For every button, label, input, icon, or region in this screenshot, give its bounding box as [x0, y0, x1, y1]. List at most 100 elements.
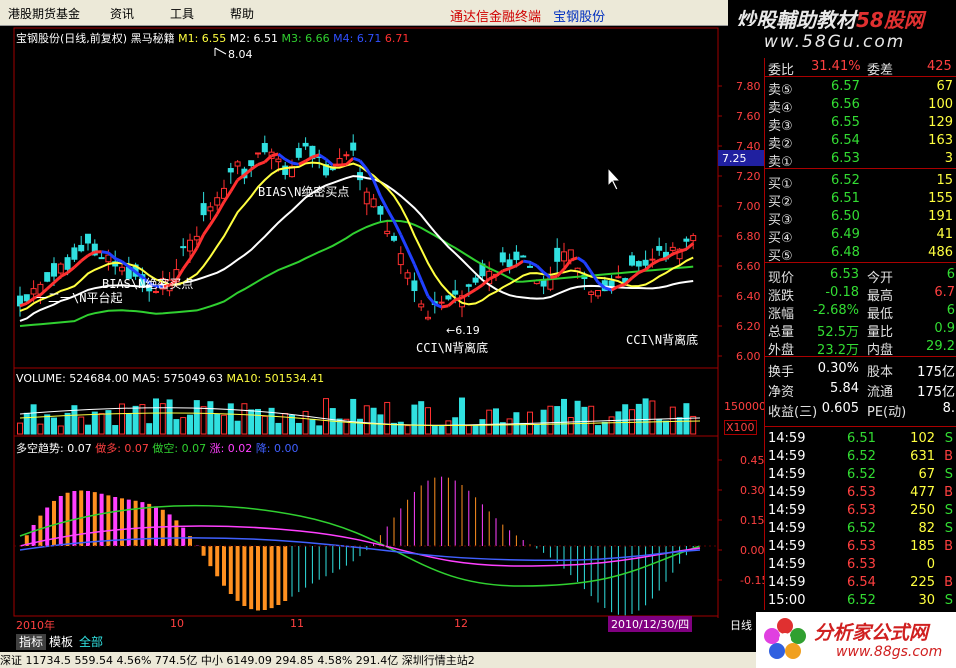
- tick-time: 14:59: [768, 449, 806, 464]
- candle-body: [588, 291, 595, 295]
- tick-price: 6.53: [847, 557, 876, 572]
- tick-time: 14:59: [768, 467, 806, 482]
- volume-bar: [180, 417, 187, 435]
- ma-signal-segment: [502, 267, 511, 273]
- menu-item-hk-futures[interactable]: 港股期货基金: [8, 5, 80, 22]
- candle-body: [193, 235, 200, 241]
- volume-bar: [207, 401, 214, 435]
- tick-side: S: [944, 521, 953, 536]
- ma-signal-segment: [679, 247, 687, 253]
- candle-body: [527, 265, 533, 268]
- logo-url: www.88gs.com: [836, 644, 943, 660]
- tab-all[interactable]: 全部: [76, 634, 106, 650]
- menu-item-news[interactable]: 资讯: [110, 5, 134, 22]
- tick-row: 14:59 6.52 67 S: [765, 466, 956, 484]
- ma-signal-segment: [604, 286, 613, 292]
- volume-bar: [601, 421, 608, 435]
- tab-indicator[interactable]: 指标: [16, 634, 47, 650]
- tab-template[interactable]: 模板: [46, 634, 76, 650]
- ask-volume: 3: [944, 151, 953, 166]
- tick-price: 6.51: [847, 431, 876, 446]
- volume-bar: [214, 413, 221, 435]
- title-banner: 通达信金融终端 宝钢股份: [450, 6, 605, 25]
- trend-legend: 多空趋势: 0.07 做多: 0.07 做空: 0.07 涨: 0.02 降: …: [16, 440, 299, 456]
- ma-signal-segment: [474, 283, 484, 291]
- tick-volume: 225: [910, 575, 935, 590]
- watermark-line2: www.58Gu.com: [748, 32, 906, 52]
- tick-price: 6.53: [847, 539, 876, 554]
- tick-side: B: [944, 539, 953, 554]
- candle-body: [465, 284, 472, 287]
- tick-side: B: [944, 485, 953, 500]
- m4-value: M4: 6.71: [333, 32, 382, 45]
- volume-bar: [540, 409, 547, 435]
- candle-body: [506, 259, 513, 268]
- candle-body: [44, 272, 51, 282]
- volume-bar: [363, 405, 370, 435]
- tick-side: S: [944, 467, 953, 482]
- candle-body: [438, 301, 445, 304]
- tick-row: 14:59 6.53 477 B: [765, 484, 956, 502]
- candle-body: [452, 290, 459, 295]
- ma-signal-segment: [339, 162, 347, 167]
- volume-unit: X100: [724, 420, 757, 435]
- tick-row: 14:59 6.51 102 S: [765, 430, 956, 448]
- tick-price: 6.52: [847, 593, 876, 608]
- volume-bar: [676, 417, 683, 435]
- volume-bar: [85, 424, 91, 435]
- ma-signal-segment: [121, 260, 130, 268]
- kline-chart-canvas[interactable]: 7.807.607.407.207.006.806.606.406.206.00…: [0, 26, 764, 632]
- candle-body: [391, 235, 397, 241]
- tick-row: 14:59 6.53 185 B: [765, 538, 956, 556]
- bid-volume: 486: [928, 245, 953, 260]
- volume-bar: [221, 414, 227, 435]
- candle-body: [153, 290, 159, 293]
- ma-signal-segment: [352, 156, 361, 163]
- fundamental-row: 收益(三) 0.605 PE(动) 8.: [765, 400, 956, 420]
- candle-body: [98, 257, 105, 260]
- tick-volume: 67: [918, 467, 935, 482]
- candle-body: [520, 255, 527, 258]
- volume-bar: [173, 419, 180, 435]
- volume-bar: [690, 415, 697, 435]
- candle-body: [363, 191, 370, 205]
- high-price-label: 8.04: [228, 48, 253, 61]
- volume-bar: [132, 405, 139, 435]
- fundamental-label-2: PE(动): [867, 405, 907, 420]
- candle-body: [425, 316, 431, 320]
- menu-item-help[interactable]: 帮助: [230, 5, 254, 22]
- candle-body: [71, 247, 78, 260]
- tick-row: 14:59 6.54 225 B: [765, 574, 956, 592]
- candle-body: [445, 295, 452, 300]
- volume-bar: [384, 401, 391, 435]
- candle-body: [472, 277, 479, 283]
- candle-body: [57, 263, 64, 274]
- ma-signal-segment: [229, 179, 239, 193]
- ma-signal-segment: [202, 223, 212, 236]
- m5-value: 6.71: [384, 32, 410, 45]
- wei-cha-value: 425: [927, 59, 952, 74]
- volume-bar: [649, 400, 656, 435]
- price-tick-label: 6.60: [736, 260, 761, 273]
- fundamental-label: 收益(三): [768, 405, 818, 420]
- volume-bar: [486, 409, 493, 435]
- volume-bar: [445, 420, 452, 435]
- tick-volume: 102: [910, 431, 935, 446]
- ma-signal-segment: [311, 153, 320, 159]
- volume-bar: [357, 418, 363, 435]
- menu-item-tools[interactable]: 工具: [170, 5, 194, 22]
- period-label[interactable]: 日线: [730, 617, 752, 633]
- watermark-line1: 炒股輔助教材58股网: [736, 8, 924, 32]
- volume-bar: [350, 398, 357, 435]
- volume-bar: [91, 411, 98, 435]
- tick-price: 6.52: [847, 521, 876, 536]
- m3-value: M3: 6.66: [281, 32, 330, 45]
- bid-price: 6.50: [831, 209, 860, 224]
- volume-bar: [125, 413, 132, 435]
- ma-signal-segment: [651, 258, 660, 266]
- volume-bars-group: [17, 397, 701, 435]
- bid-row: 买② 6.51 155: [765, 190, 956, 210]
- candle-body: [187, 239, 193, 252]
- chart-area[interactable]: 7.80 7.60 7.40 7.20 7.00 6.80 6.60 6.40 6.20 6.00…: [0, 26, 766, 633]
- candle-body: [418, 303, 425, 308]
